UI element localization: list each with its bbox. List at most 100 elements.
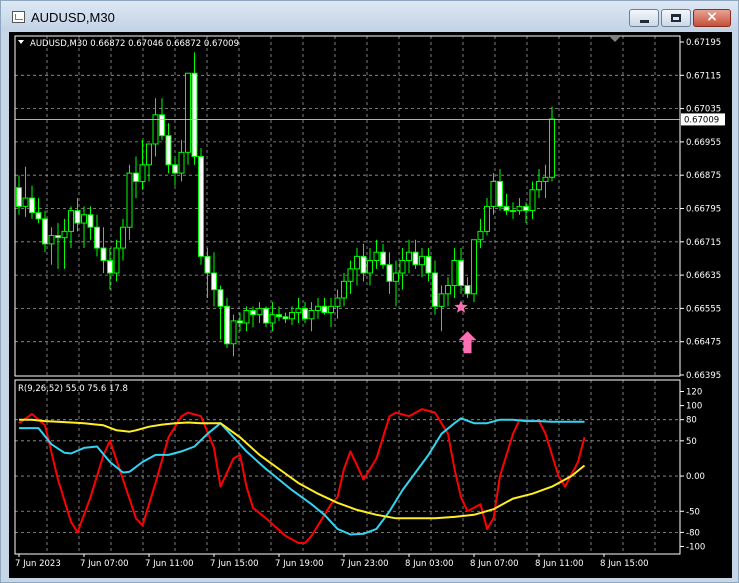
indicator-tick-label: -50: [686, 507, 700, 517]
indicator-tick-label: 50: [686, 437, 697, 447]
price-tick-label: 0.66555: [686, 304, 721, 314]
candle-body: [269, 314, 276, 324]
price-tick-label: 0.67195: [686, 38, 721, 48]
candle-body: [471, 239, 477, 295]
oscillator-lines: [18, 408, 586, 544]
candle-body: [126, 172, 133, 228]
candle-body: [529, 189, 536, 212]
indicator-tick-label: -80: [686, 528, 700, 538]
candle-body: [120, 226, 126, 249]
candle-body: [107, 260, 113, 274]
candle-body: [464, 285, 471, 295]
candle-body: [549, 118, 555, 178]
time-tick-label: 7 Jun 15:00: [210, 559, 259, 569]
indicator-tick-label: 0.00: [686, 472, 705, 482]
candle-body: [315, 305, 321, 311]
indicator-tick-label: -100: [686, 543, 705, 553]
candle-body: [367, 260, 373, 274]
price-tick-label: 0.67115: [686, 71, 721, 81]
chart-shift-icon: [609, 36, 621, 42]
candle-body: [451, 260, 458, 287]
candle-body: [263, 307, 269, 324]
candle-body: [399, 260, 406, 274]
up-arrow-marker: [458, 331, 477, 354]
candle-body: [380, 251, 386, 266]
maximize-button[interactable]: [661, 9, 691, 27]
candle-body: [35, 212, 42, 220]
chart-canvas[interactable]: 0.67195 0.67115 0.67035 0.66955 0.66875 0.667…: [9, 32, 732, 578]
chart-area[interactable]: 0.67195 0.67115 0.67035 0.66955 0.66875 0.667…: [9, 32, 732, 578]
candle-body: [425, 255, 432, 274]
candle-body: [419, 255, 425, 266]
price-tick-label: 0.66955: [686, 138, 721, 148]
candle-body: [217, 289, 224, 307]
candle-body: [354, 255, 360, 270]
candle-body: [230, 320, 237, 345]
price-tick-label: 0.67035: [686, 105, 721, 115]
candle-body: [250, 309, 256, 316]
candle-body: [94, 226, 100, 249]
candle-body: [29, 197, 35, 214]
chart-window: AUDUSD,M30 × 0.67195 0.67115 0.67035 0.6695…: [0, 0, 739, 583]
indicator-tick-label: 120: [686, 388, 702, 398]
candle-body: [198, 155, 204, 257]
candle-body: [276, 314, 282, 318]
indicator-tick-label: 80: [686, 416, 697, 426]
candle-body: [22, 197, 29, 207]
star-marker: [454, 300, 468, 313]
candle-body: [237, 320, 243, 324]
candle-body: [204, 255, 211, 274]
candle-body: [165, 135, 172, 166]
chart-window-icon: [12, 11, 25, 23]
candle-body: [302, 307, 308, 320]
grid-lines: [15, 36, 680, 554]
time-tick-label: 8 Jun 15:00: [600, 559, 649, 569]
candle-body: [81, 214, 87, 224]
candle-body: [328, 305, 334, 314]
price-tick-label: 0.66795: [686, 205, 721, 215]
candle-body: [445, 285, 451, 295]
title-bar[interactable]: AUDUSD,M30 ×: [1, 1, 738, 31]
candle-body: [256, 307, 263, 316]
candle-body: [334, 297, 341, 307]
candle-body: [191, 72, 198, 157]
candle-body: [282, 316, 289, 320]
candle-body: [178, 151, 185, 174]
candle-body: [516, 205, 523, 212]
candle-body: [484, 205, 490, 232]
price-tick-label: 0.66715: [686, 238, 721, 248]
minimize-button[interactable]: [629, 9, 659, 27]
candle-body: [438, 293, 445, 307]
candle-body: [373, 251, 380, 262]
indicator-label: R(9,26,52) 55.0 75.6 17.8: [18, 384, 128, 394]
candle-body: [55, 235, 61, 239]
time-tick-label: 8 Jun 03:00: [405, 559, 454, 569]
candle-body: [321, 305, 328, 314]
time-tick-label: 7 Jun 19:00: [275, 559, 324, 569]
candle-body: [503, 205, 510, 212]
close-button[interactable]: ×: [693, 9, 731, 27]
candle-body: [100, 247, 107, 262]
candle-body: [536, 180, 542, 191]
candlesticks: [16, 52, 555, 357]
candle-body: [497, 180, 503, 207]
candle-body: [477, 230, 484, 241]
oscillator-line: [19, 418, 586, 520]
candle-body: [347, 268, 354, 282]
candle-body: [458, 260, 464, 287]
axes: 0.67195 0.67115 0.67035 0.66955 0.66875 0.667…: [14, 35, 725, 569]
time-tick-label: 7 Jun 07:00: [80, 559, 129, 569]
candle-body: [295, 307, 302, 314]
candle-body: [211, 272, 217, 291]
minimize-icon: [640, 20, 649, 23]
chart-info: AUDUSD,M30 0.66872 0.67046 0.66872 0.670…: [30, 39, 239, 49]
maximize-icon: [671, 14, 681, 22]
candle-body: [341, 280, 347, 299]
time-tick-label: 8 Jun 07:00: [470, 559, 519, 569]
indicator-tick-label: 100: [686, 402, 702, 412]
candle-body: [185, 72, 191, 153]
info-dropdown-icon: [18, 40, 24, 44]
candle-body: [61, 230, 68, 239]
candle-body: [48, 235, 55, 245]
price-tick-label: 0.66875: [686, 171, 721, 181]
